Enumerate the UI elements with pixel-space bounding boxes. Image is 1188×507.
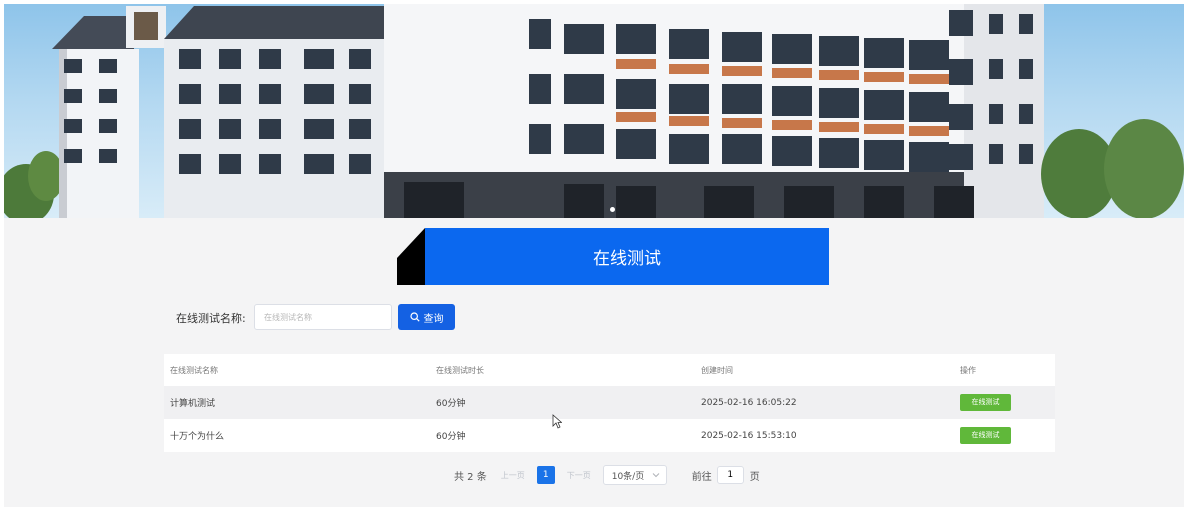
column-header-action: 操作 xyxy=(960,365,976,375)
banner-carousel[interactable] xyxy=(4,4,1184,218)
search-icon xyxy=(409,312,420,322)
next-page-button[interactable]: 下一页 xyxy=(567,470,591,481)
carousel-indicators xyxy=(610,207,615,212)
pagination-total: 共 2 条 xyxy=(454,471,487,483)
column-header-duration: 在线测试时长 xyxy=(436,365,484,375)
cell-action: 在线测试 xyxy=(960,427,1055,444)
test-table: 在线测试名称 在线测试时长 创建时间 操作 计算机测试 60分钟 2025-02… xyxy=(164,354,1055,452)
section-title-bar: 在线测试 xyxy=(397,228,829,285)
cell-duration: 60分钟 xyxy=(436,432,466,442)
goto-page-input[interactable] xyxy=(716,466,744,484)
cell-created: 2025-02-16 16:05:22 xyxy=(701,397,797,408)
page-size-value: 10条/页 xyxy=(611,471,645,482)
cell-created: 2025-02-16 15:53:10 xyxy=(701,430,797,441)
page: 在线测试 在线测试名称: 查询 在线测试名称 在线测试时长 创建时间 操作 计算… xyxy=(4,4,1184,507)
prev-page-button[interactable]: 上一页 xyxy=(501,470,525,481)
section-title: 在线测试 xyxy=(425,228,829,285)
search-button-label: 查询 xyxy=(423,313,444,325)
cell-name: 十万个为什么 xyxy=(170,432,225,442)
column-header-created: 创建时间 xyxy=(701,365,733,375)
goto-label: 前往 xyxy=(691,471,712,483)
goto-suffix: 页 xyxy=(749,471,760,483)
table-row: 计算机测试 60分钟 2025-02-16 16:05:22 在线测试 xyxy=(164,386,1055,419)
pagination: 共 2 条 上一页 1 下一页 10条/页 前往 页 xyxy=(454,465,760,485)
search-button[interactable]: 查询 xyxy=(398,304,455,330)
take-test-button[interactable]: 在线测试 xyxy=(960,427,1011,444)
search-label: 在线测试名称: xyxy=(176,312,246,325)
chevron-down-icon xyxy=(652,473,660,478)
carousel-dot[interactable] xyxy=(610,207,615,212)
column-header-name: 在线测试名称 xyxy=(170,365,218,375)
mouse-cursor-icon xyxy=(552,414,562,429)
banner-building-image xyxy=(4,4,1184,218)
take-test-button[interactable]: 在线测试 xyxy=(960,394,1011,411)
cell-duration: 60分钟 xyxy=(436,399,466,409)
table-row: 十万个为什么 60分钟 2025-02-16 15:53:10 在线测试 xyxy=(164,419,1055,452)
page-size-select[interactable]: 10条/页 xyxy=(602,465,667,485)
cell-name: 计算机测试 xyxy=(170,399,216,409)
table-header-row: 在线测试名称 在线测试时长 创建时间 操作 xyxy=(164,354,1055,386)
search-input[interactable] xyxy=(254,304,392,330)
page-number-button[interactable]: 1 xyxy=(536,466,555,484)
cell-action: 在线测试 xyxy=(960,394,1055,411)
